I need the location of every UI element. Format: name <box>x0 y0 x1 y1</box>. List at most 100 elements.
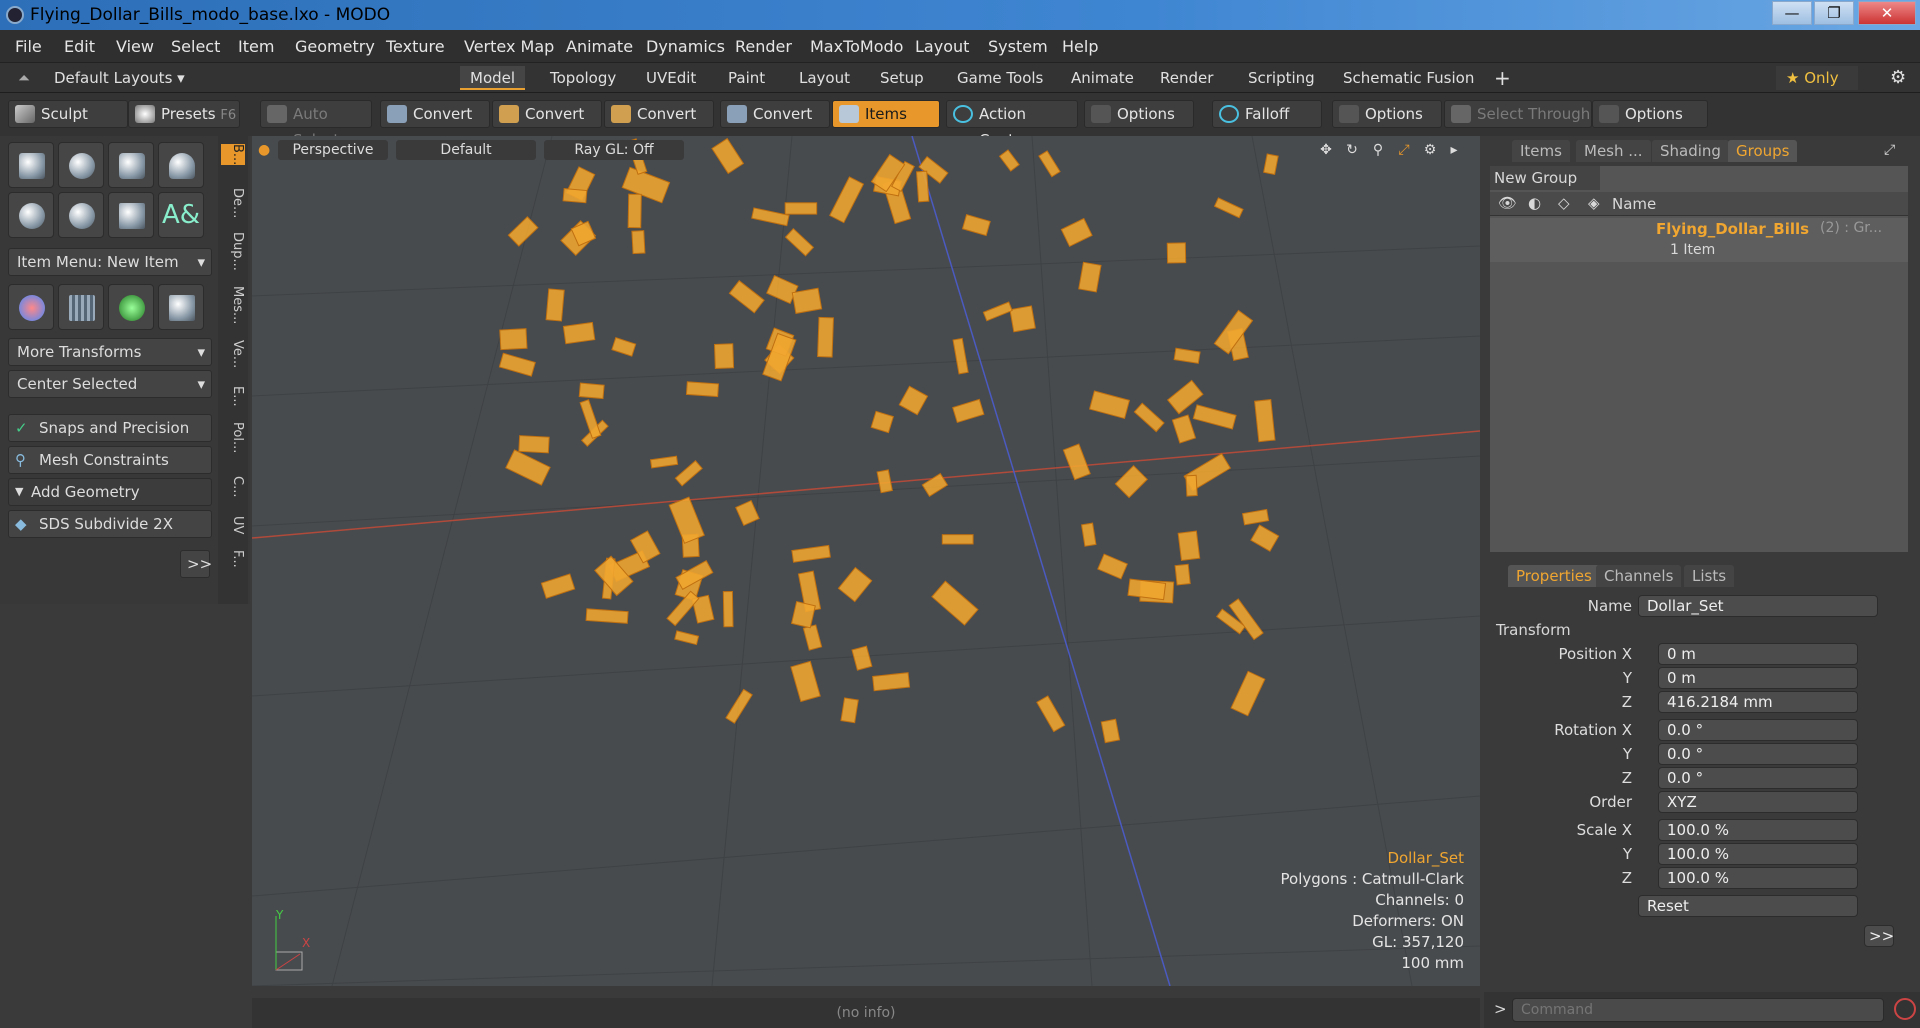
tab-properties[interactable]: Properties <box>1508 565 1600 587</box>
dollar-bill[interactable] <box>499 328 528 351</box>
dollar-bill[interactable] <box>876 469 893 494</box>
mesh-tool-button[interactable] <box>108 284 154 330</box>
dollar-bill[interactable] <box>540 573 576 599</box>
fit-view-icon[interactable]: ⤢ <box>1394 140 1414 160</box>
close-button[interactable]: ✕ <box>1858 1 1916 25</box>
dollar-bill[interactable] <box>1230 670 1266 717</box>
dollar-bill[interactable] <box>790 600 816 629</box>
vtab-uv[interactable]: UV <box>221 516 245 534</box>
tab-model[interactable]: Model <box>460 66 526 90</box>
dollar-bill[interactable] <box>952 337 969 375</box>
new-group-button[interactable]: New Group <box>1490 166 1600 190</box>
dollar-bill[interactable] <box>1250 524 1280 552</box>
viewport-menu-icon[interactable]: ● <box>258 140 270 160</box>
group-row[interactable]: Flying_Dollar_Bills (2) : Gr... 1 Item <box>1490 218 1908 262</box>
vtab-duplicate[interactable]: Dup... <box>221 232 245 271</box>
vtab-polygon[interactable]: Pol... <box>221 422 245 453</box>
dollar-bill[interactable] <box>829 176 865 224</box>
dollar-bill[interactable] <box>507 216 539 247</box>
vtab-basic[interactable]: B... <box>221 144 245 166</box>
tab-paint[interactable]: Paint <box>718 66 775 90</box>
vtab-edge[interactable]: E... <box>221 386 245 407</box>
menu-texture[interactable]: Texture <box>386 37 445 56</box>
center-selected-dropdown[interactable]: Center Selected ▾ <box>8 370 212 398</box>
dollar-bill[interactable] <box>840 697 859 724</box>
dollar-bill[interactable] <box>1100 718 1121 744</box>
convert-edges-button[interactable]: Convert <box>492 100 602 128</box>
dollar-bill[interactable] <box>562 321 596 345</box>
vtab-fusion[interactable]: F... <box>221 550 245 568</box>
tab-render[interactable]: Render <box>1150 66 1223 90</box>
dollar-bill[interactable] <box>1174 563 1191 586</box>
menu-edit[interactable]: Edit <box>64 37 95 56</box>
tab-lists[interactable]: Lists <box>1684 565 1735 587</box>
render-icon[interactable]: ◐ <box>1528 194 1541 212</box>
rotation-x-field[interactable]: 0.0 ° <box>1658 719 1858 741</box>
select-through-button[interactable]: Select Through <box>1444 100 1592 128</box>
shading-dropdown[interactable]: Default <box>396 140 536 160</box>
dollar-bill[interactable] <box>791 544 831 563</box>
dollar-bill[interactable] <box>998 149 1020 172</box>
capsule-primitive-button[interactable] <box>58 192 104 238</box>
dollar-bill[interactable] <box>1036 695 1066 733</box>
tab-groups[interactable]: Groups <box>1728 140 1798 162</box>
falloff-button[interactable]: Falloff <box>1212 100 1322 128</box>
position-z-field[interactable]: 416.2184 mm <box>1658 691 1858 713</box>
position-x-field[interactable]: 0 m <box>1658 643 1858 665</box>
dollar-bill[interactable] <box>1114 465 1148 499</box>
dollar-bill[interactable] <box>545 288 565 322</box>
convert-materials-button[interactable]: Convert <box>720 100 830 128</box>
sphere-primitive-button[interactable] <box>58 142 104 188</box>
3d-viewport[interactable]: ● Perspective Default Ray GL: Off ✥ ↻ ⚲ … <box>252 136 1480 986</box>
select-icon[interactable]: ◈ <box>1588 194 1600 212</box>
menu-layout[interactable]: Layout <box>915 37 969 56</box>
viewport-settings-icon[interactable]: ⚙ <box>1420 140 1440 160</box>
expand-properties-button[interactable]: >> <box>1864 925 1894 947</box>
dollar-bill[interactable] <box>898 385 929 416</box>
dollar-bill[interactable] <box>784 228 815 257</box>
dollar-bill[interactable] <box>941 534 974 545</box>
dollar-bill[interactable] <box>751 207 790 227</box>
sculpt-button[interactable]: Sculpt <box>8 100 128 128</box>
item-menu-dropdown[interactable]: Item Menu: New Item ▾ <box>8 248 212 276</box>
tab-schematic-fusion[interactable]: Schematic Fusion <box>1333 66 1484 90</box>
cone-primitive-button[interactable] <box>158 142 204 188</box>
default-layouts-dropdown[interactable]: Default Layouts ▾ <box>44 66 195 90</box>
dollar-bill[interactable] <box>1097 553 1128 580</box>
dollar-bills-mesh[interactable] <box>498 137 1280 744</box>
menu-help[interactable]: Help <box>1062 37 1098 56</box>
dollar-bill[interactable] <box>802 624 823 651</box>
dollar-bill[interactable] <box>578 382 605 400</box>
menu-item[interactable]: Item <box>238 37 274 56</box>
raygl-toggle[interactable]: Ray GL: Off <box>544 140 684 160</box>
perspective-dropdown[interactable]: Perspective <box>278 140 388 160</box>
cylinder-primitive-button[interactable] <box>108 142 154 188</box>
dollar-bill[interactable] <box>872 672 911 692</box>
dollar-bill[interactable] <box>674 630 700 646</box>
convert-polygons-button[interactable]: Convert <box>604 100 714 128</box>
move-view-icon[interactable]: ✥ <box>1316 140 1336 160</box>
action-center-options-button[interactable]: Options <box>1084 100 1194 128</box>
dollar-bill[interactable] <box>713 343 735 369</box>
scale-z-field[interactable]: 100.0 % <box>1658 867 1858 889</box>
maximize-button[interactable]: ❐ <box>1814 1 1854 25</box>
menu-view[interactable]: View <box>116 37 154 56</box>
lock-icon[interactable]: ◇ <box>1558 194 1570 212</box>
dollar-bill[interactable] <box>1173 347 1201 364</box>
dollar-bill[interactable] <box>585 608 629 624</box>
dollar-bill[interactable] <box>1062 443 1091 481</box>
dollar-bill[interactable] <box>1009 305 1036 333</box>
add-tab-icon[interactable]: + <box>1484 66 1521 90</box>
dollar-bill[interactable] <box>1133 402 1165 433</box>
dollar-bill[interactable] <box>1254 399 1276 443</box>
tab-topology[interactable]: Topology <box>540 66 626 90</box>
sds-subdivide-button[interactable]: ◆ SDS Subdivide 2X <box>8 510 212 538</box>
command-input[interactable] <box>1512 998 1884 1022</box>
transform-tool-button[interactable] <box>8 284 54 330</box>
dollar-bill[interactable] <box>579 399 602 439</box>
menu-select[interactable]: Select <box>171 37 220 56</box>
rotation-z-field[interactable]: 0.0 ° <box>1658 767 1858 789</box>
dollar-bill[interactable] <box>649 455 679 469</box>
dollar-bill[interactable] <box>1263 153 1279 176</box>
torus-primitive-button[interactable] <box>8 192 54 238</box>
